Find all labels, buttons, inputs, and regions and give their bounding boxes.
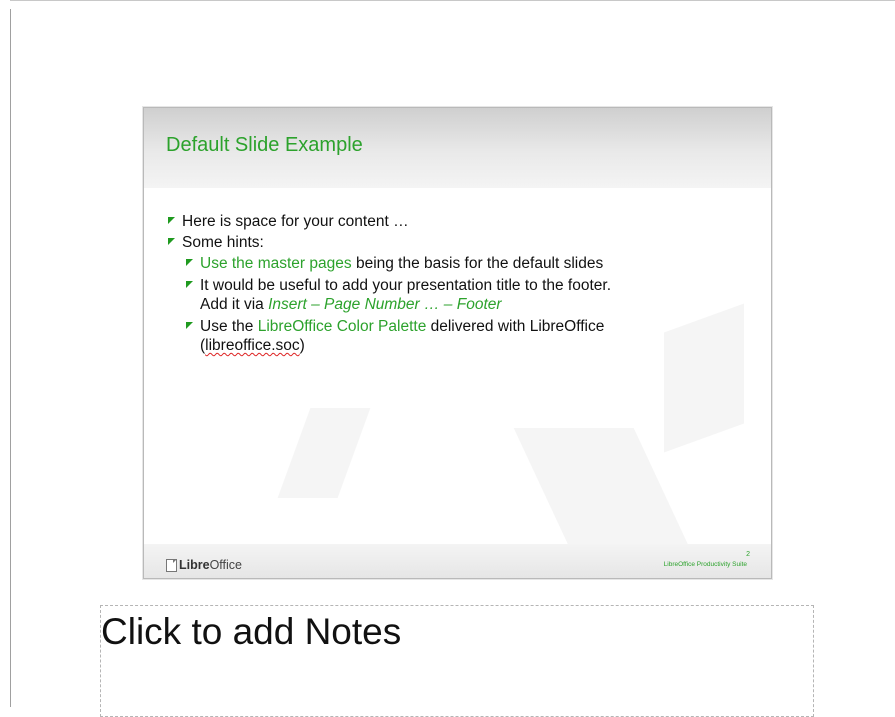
bullet-item: Here is space for your content … — [164, 212, 753, 231]
menu-path-text: Insert – Page Number … – Footer — [268, 296, 502, 313]
sub-bullet-item: Use the master pages being the basis for… — [164, 254, 753, 273]
bullet-text: Use the — [200, 318, 258, 335]
bullet-text: Here is space for your content … — [182, 213, 409, 230]
top-border — [10, 0, 895, 9]
highlight-text: Use the master pages — [200, 255, 352, 272]
notes-placeholder-text[interactable]: Click to add Notes — [101, 610, 401, 654]
bullet-text: It would be useful to add your presentat… — [200, 277, 612, 294]
document-icon — [166, 559, 177, 572]
libreoffice-logo: LibreOffice — [166, 558, 242, 572]
sub-bullet-item: It would be useful to add your presentat… — [164, 276, 753, 314]
spellcheck-text: libreoffice.soc — [205, 337, 300, 354]
highlight-text: LibreOffice Color Palette — [257, 318, 427, 335]
bullet-triangle-icon — [186, 259, 193, 266]
bullet-triangle-icon — [186, 322, 193, 329]
bullet-triangle-icon — [168, 238, 175, 245]
bullet-text: Some hints: — [182, 234, 264, 251]
slide-thumbnail[interactable]: Default Slide Example Here is space for … — [143, 107, 772, 579]
bullet-text: being the basis for the default slides — [351, 255, 604, 272]
bullet-triangle-icon — [168, 217, 175, 224]
bullet-text: delivered with LibreOffice — [426, 318, 605, 335]
footer-text: LibreOffice Productivity Suite — [663, 561, 747, 568]
sub-bullet-item: Use the LibreOffice Color Palette delive… — [164, 317, 753, 355]
bullet-item: Some hints: — [164, 233, 753, 252]
slide-title[interactable]: Default Slide Example — [166, 134, 363, 157]
left-pane-border — [0, 0, 11, 707]
background-shape — [277, 408, 371, 498]
slide-footer: LibreOffice 2 LibreOffice Productivity S… — [144, 544, 771, 578]
slide-content[interactable]: Here is space for your content … Some hi… — [164, 212, 753, 358]
bullet-text: ) — [299, 337, 305, 354]
notes-placeholder-box[interactable]: Click to add Notes — [100, 605, 814, 717]
logo-text: Office — [209, 558, 242, 572]
logo-bold-text: Libre — [179, 558, 210, 572]
slide-page-number: 2 — [746, 551, 750, 558]
bullet-text: Add it via — [200, 296, 269, 313]
bullet-triangle-icon — [186, 281, 193, 288]
